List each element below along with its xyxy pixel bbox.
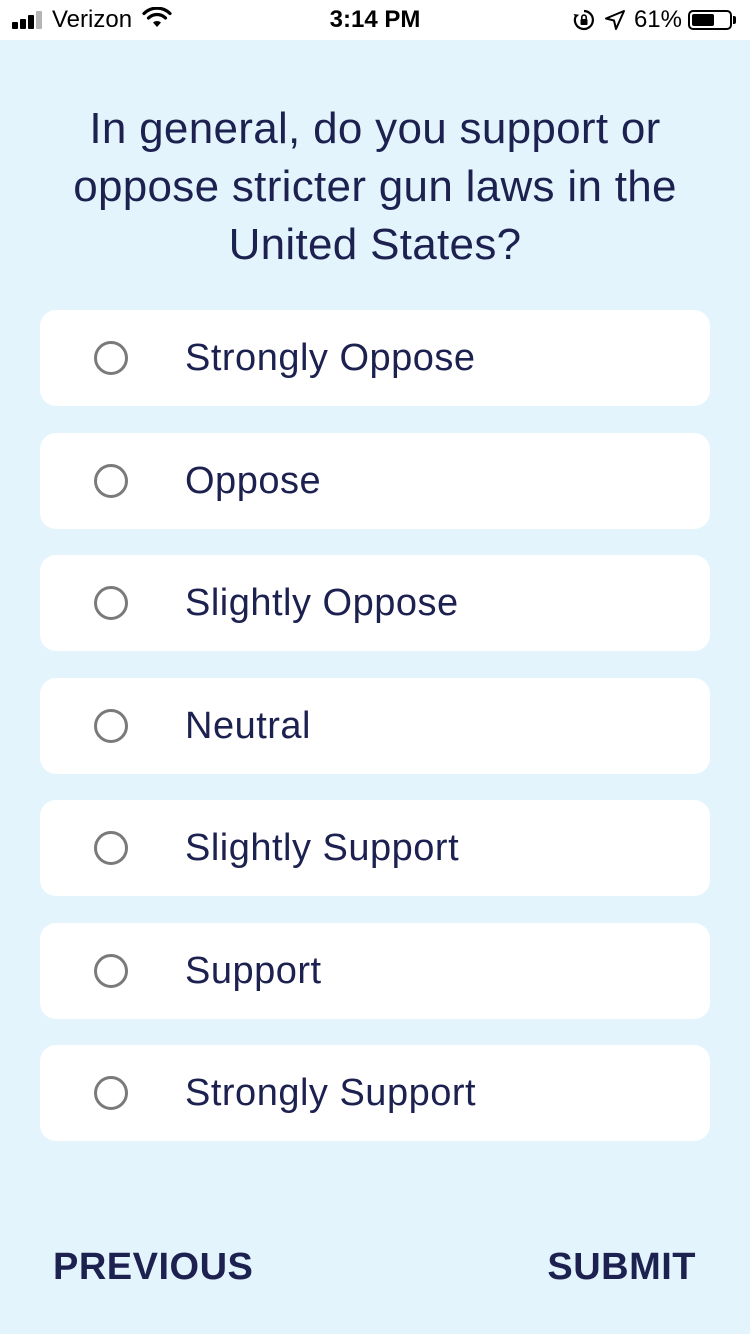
battery-icon — [688, 10, 732, 30]
option-label: Oppose — [185, 459, 322, 502]
option-support[interactable]: Support — [40, 922, 710, 1019]
option-label: Slightly Oppose — [185, 582, 459, 624]
battery-cap — [733, 16, 736, 24]
location-arrow-icon — [604, 9, 626, 31]
orientation-lock-icon — [572, 8, 596, 32]
answer-options: Strongly Oppose Oppose Slightly Oppose N… — [40, 310, 710, 1168]
radio-button[interactable] — [94, 586, 128, 620]
radio-button[interactable] — [94, 708, 128, 743]
option-label: Support — [185, 949, 322, 992]
battery-level-fill — [692, 14, 714, 26]
previous-button[interactable]: PREVIOUS — [53, 1240, 253, 1294]
battery-percent: 61% — [633, 6, 682, 33]
radio-button[interactable] — [94, 1076, 128, 1110]
option-neutral[interactable]: Neutral — [40, 677, 710, 774]
option-slightly-oppose[interactable]: Slightly Oppose — [40, 555, 710, 651]
option-slightly-support[interactable]: Slightly Support — [40, 800, 710, 896]
option-label: Strongly Oppose — [185, 337, 476, 379]
option-label: Strongly Support — [185, 1072, 477, 1114]
radio-button[interactable] — [94, 831, 128, 865]
submit-button[interactable]: SUBMIT — [547, 1240, 696, 1294]
option-strongly-support[interactable]: Strongly Support — [40, 1045, 710, 1141]
status-right: 61% — [572, 0, 736, 40]
option-label: Neutral — [185, 704, 311, 747]
status-bar: Verizon 3:14 PM 61% — [0, 0, 750, 40]
radio-button[interactable] — [94, 463, 128, 498]
radio-button[interactable] — [94, 341, 128, 375]
question-title: In general, do you support or oppose str… — [73, 104, 677, 269]
radio-button[interactable] — [94, 953, 128, 988]
option-oppose[interactable]: Oppose — [40, 432, 710, 529]
option-label: Slightly Support — [185, 827, 460, 869]
option-strongly-oppose[interactable]: Strongly Oppose — [40, 310, 710, 406]
